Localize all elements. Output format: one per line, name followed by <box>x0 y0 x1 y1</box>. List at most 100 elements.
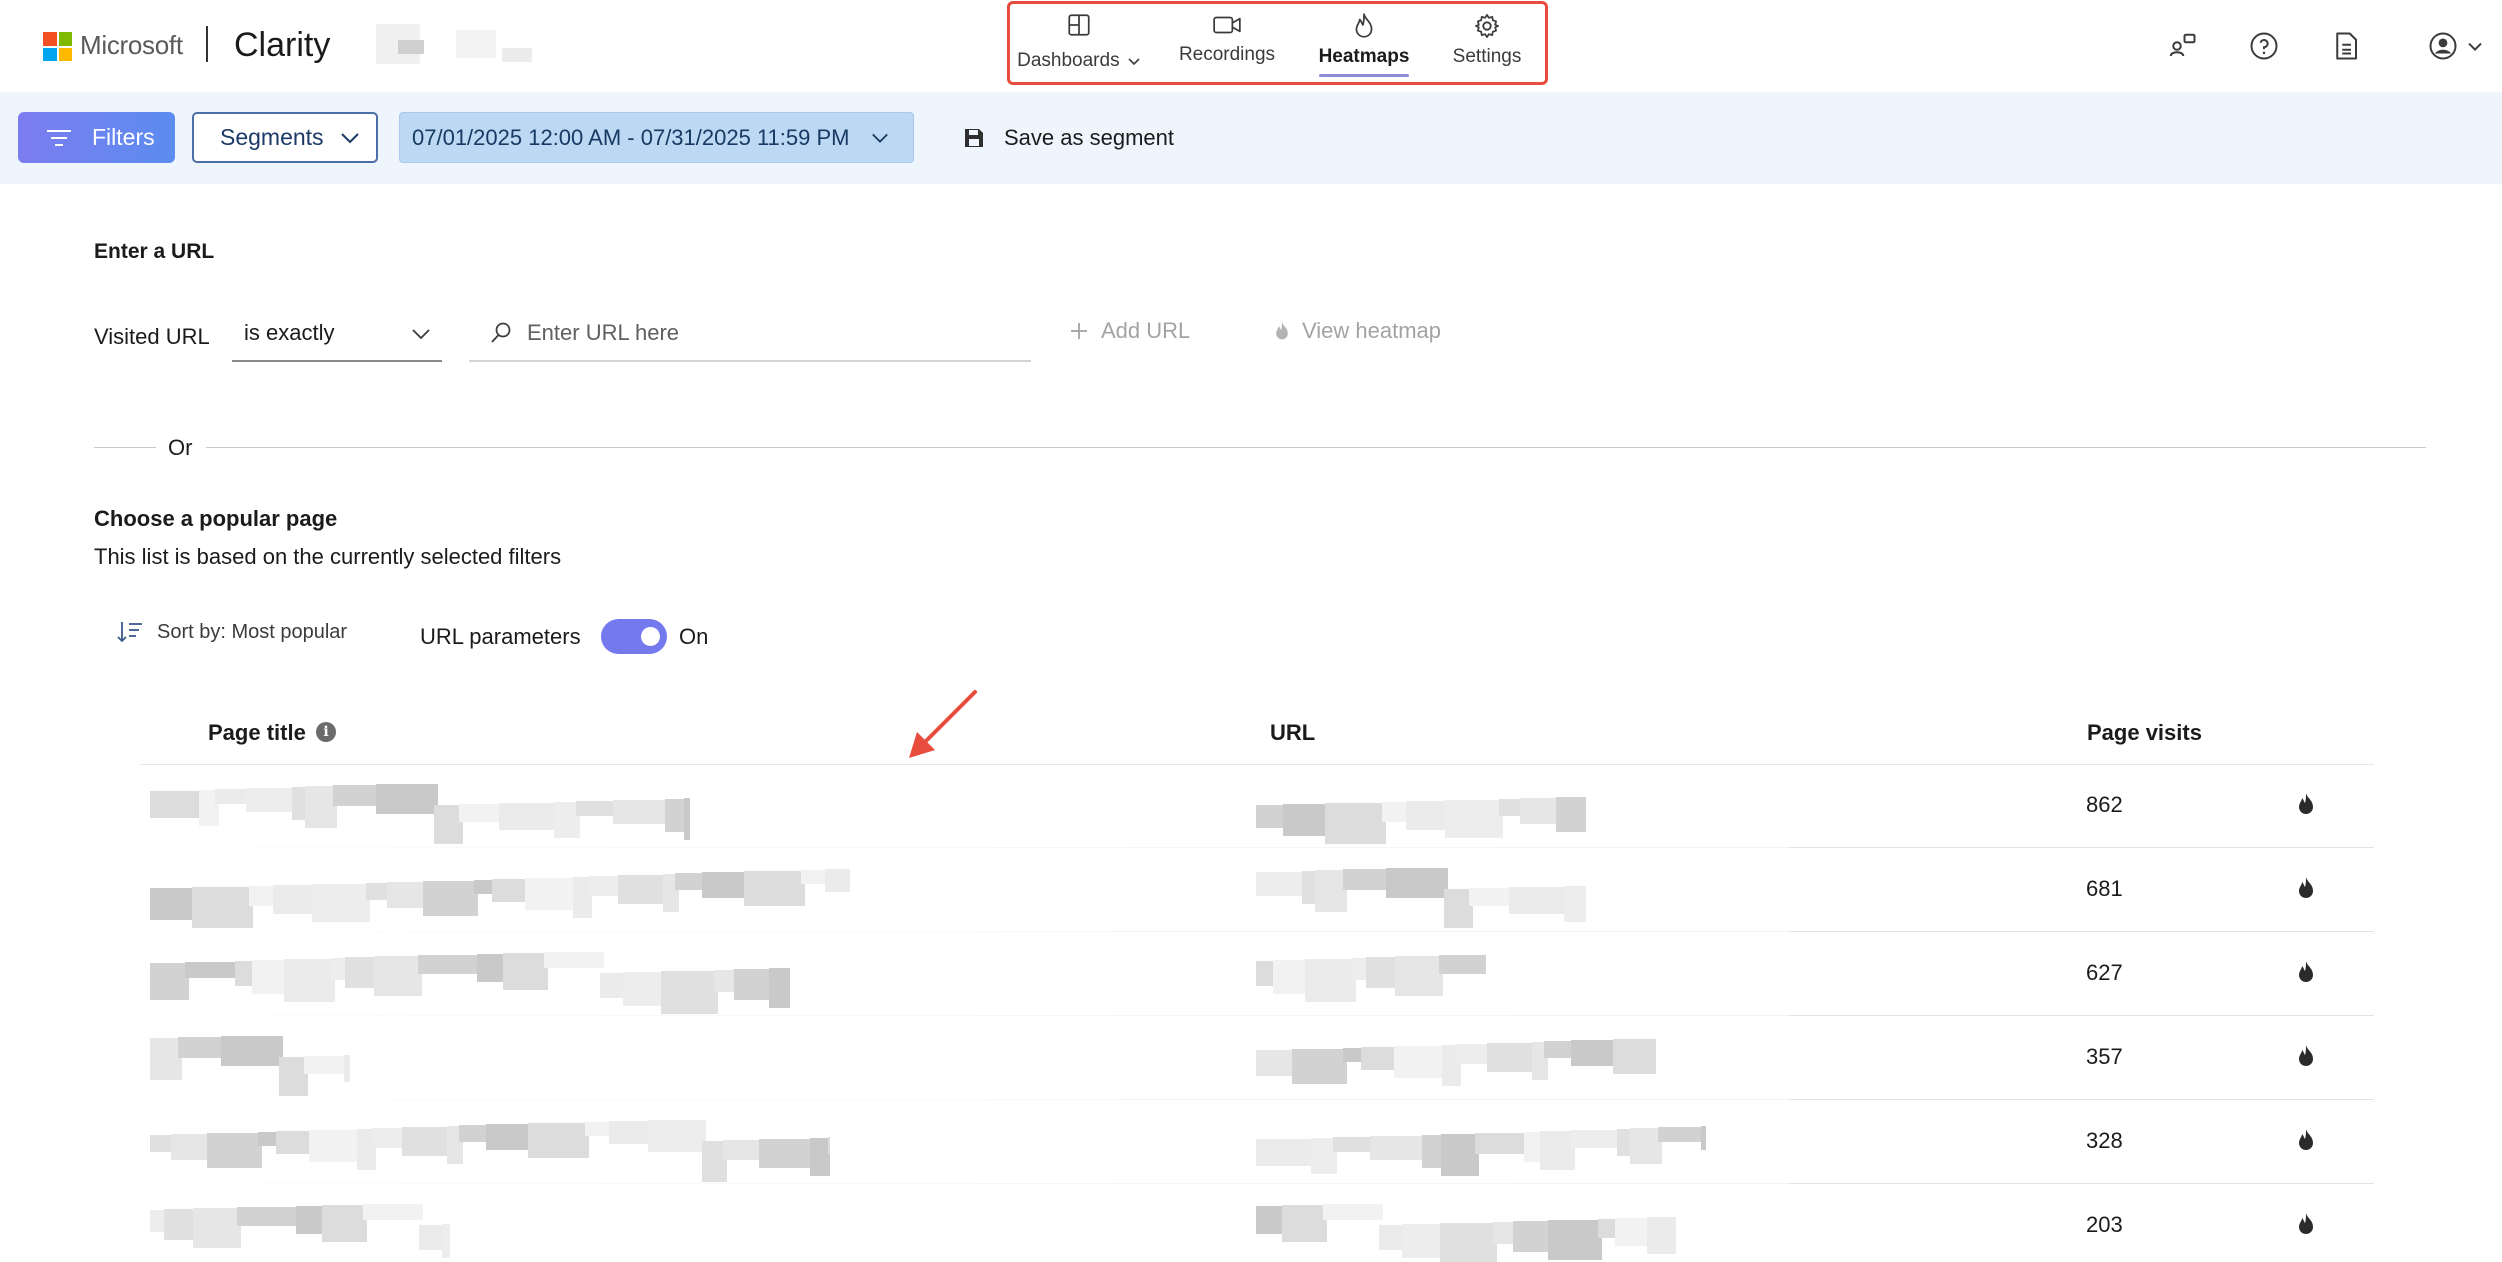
url-cell <box>1256 778 1586 844</box>
gear-icon <box>1475 14 1499 38</box>
view-heatmap-label: View heatmap <box>1302 318 1442 343</box>
chevron-down-icon <box>2468 42 2482 51</box>
flame-icon <box>1276 321 1288 340</box>
page-title-cell <box>150 1198 450 1258</box>
tab-label: Dashboards <box>1017 50 1120 71</box>
active-tab-indicator <box>1319 74 1409 77</box>
dashboard-icon <box>1068 14 1090 36</box>
top-bar: Microsoft Clarity Dashboards Recordings <box>0 0 2502 92</box>
url-parameters-label: URL parameters <box>420 624 581 649</box>
view-heatmap-flame-icon[interactable] <box>2294 958 2318 991</box>
chevron-down-icon <box>1128 58 1140 66</box>
brand-divider <box>206 26 208 62</box>
chevron-down-icon <box>872 133 889 143</box>
sort-button[interactable]: Sort by: Most popular <box>117 620 347 644</box>
url-input-field[interactable] <box>469 306 1031 362</box>
popular-page-heading: Choose a popular page <box>94 506 338 531</box>
filter-bar: Filters Segments 07/01/2025 12:00 AM - 0… <box>0 92 2502 184</box>
url-cell <box>1256 946 1486 1002</box>
view-heatmap-flame-icon[interactable] <box>2294 874 2318 907</box>
url-parameters-toggle[interactable] <box>601 619 667 654</box>
tab-label: Heatmaps <box>1318 46 1410 67</box>
visited-url-label: Visited URL <box>94 324 210 349</box>
toggle-state-label: On <box>679 624 709 649</box>
page-title-cell <box>150 1030 350 1096</box>
company-name: Microsoft <box>80 30 183 60</box>
filters-button[interactable]: Filters <box>18 112 175 163</box>
page-title-cell <box>150 778 690 844</box>
table-row[interactable]: 203 <box>130 1184 2374 1262</box>
view-heatmap-button[interactable]: View heatmap <box>1272 318 1441 344</box>
page-title-cell <box>150 946 790 1014</box>
view-heatmap-flame-icon[interactable] <box>2294 1210 2318 1243</box>
url-operator-dropdown[interactable]: is exactly <box>232 306 442 362</box>
page-visits-value: 328 <box>2086 1128 2123 1153</box>
segments-dropdown[interactable]: Segments <box>192 112 378 163</box>
url-cell <box>1256 1114 1706 1176</box>
url-cell <box>1256 1198 1676 1262</box>
tab-dashboards[interactable]: Dashboards <box>1017 0 1141 80</box>
url-operator-value: is exactly <box>244 320 335 345</box>
account-menu[interactable] <box>2428 30 2494 62</box>
table-row[interactable]: 328 <box>130 1100 2374 1184</box>
column-header-page-visits[interactable]: Page visits <box>2087 720 2202 746</box>
divider-right <box>206 447 2426 448</box>
chevron-down-icon <box>412 329 430 340</box>
segments-label: Segments <box>220 124 324 150</box>
url-cell <box>1256 862 1586 928</box>
date-range-value: 07/01/2025 12:00 AM - 07/31/2025 11:59 P… <box>412 124 850 150</box>
account-icon <box>2429 32 2457 60</box>
search-icon <box>491 322 511 343</box>
project-selector[interactable] <box>376 20 556 68</box>
chevron-down-icon <box>340 132 359 143</box>
view-heatmap-flame-icon[interactable] <box>2294 790 2318 823</box>
or-divider-text: Or <box>168 435 193 460</box>
sort-label: Sort by: Most popular <box>157 620 348 643</box>
page-visits-value: 203 <box>2086 1212 2123 1237</box>
tab-settings[interactable]: Settings <box>1444 0 1530 80</box>
page-visits-value: 681 <box>2086 876 2123 901</box>
tab-label: Settings <box>1452 46 1522 67</box>
tab-heatmaps[interactable]: Heatmaps <box>1310 0 1418 80</box>
plus-icon <box>1071 323 1087 339</box>
filter-icon <box>47 129 71 146</box>
page-title-cell <box>150 1114 830 1182</box>
save-as-segment-label: Save as segment <box>1004 124 1174 150</box>
table-row[interactable]: 862 <box>130 764 2374 848</box>
sort-descending-icon <box>117 622 142 643</box>
page-visits-value: 357 <box>2086 1044 2123 1069</box>
flame-icon <box>1355 13 1373 38</box>
filters-label: Filters <box>92 124 155 150</box>
tab-recordings[interactable]: Recordings <box>1170 0 1284 80</box>
add-url-button[interactable]: Add URL <box>1069 318 1190 344</box>
toggle-knob <box>641 627 660 646</box>
column-header-page-title[interactable]: Page title <box>208 720 306 746</box>
url-cell <box>1256 1030 1656 1086</box>
divider-left <box>94 447 156 448</box>
date-range-picker[interactable]: 07/01/2025 12:00 AM - 07/31/2025 11:59 P… <box>399 112 914 163</box>
people-icon[interactable] <box>2166 30 2198 62</box>
view-heatmap-flame-icon[interactable] <box>2294 1042 2318 1075</box>
video-camera-icon <box>1213 16 1241 34</box>
help-icon[interactable] <box>2248 30 2280 62</box>
save-icon <box>965 128 983 147</box>
view-heatmap-flame-icon[interactable] <box>2294 1126 2318 1159</box>
page-visits-value: 862 <box>2086 792 2123 817</box>
info-icon[interactable]: i <box>316 722 336 742</box>
table-row[interactable]: 681 <box>130 848 2374 932</box>
microsoft-logo-icon <box>43 32 72 61</box>
column-header-url[interactable]: URL <box>1270 720 1315 746</box>
tab-label: Recordings <box>1178 44 1276 65</box>
popular-page-subheading: This list is based on the currently sele… <box>94 544 562 569</box>
table-row[interactable]: 357 <box>130 1016 2374 1100</box>
enter-url-heading: Enter a URL <box>94 240 215 263</box>
document-icon[interactable] <box>2330 30 2362 62</box>
add-url-label: Add URL <box>1101 318 1191 343</box>
table-row[interactable]: 627 <box>130 932 2374 1016</box>
url-input[interactable] <box>527 320 997 346</box>
save-as-segment-button[interactable]: Save as segment <box>962 112 1174 163</box>
product-name[interactable]: Clarity <box>234 26 330 65</box>
annotation-arrow-icon <box>909 690 977 758</box>
page-title-cell <box>150 862 850 928</box>
page-visits-value: 627 <box>2086 960 2123 985</box>
